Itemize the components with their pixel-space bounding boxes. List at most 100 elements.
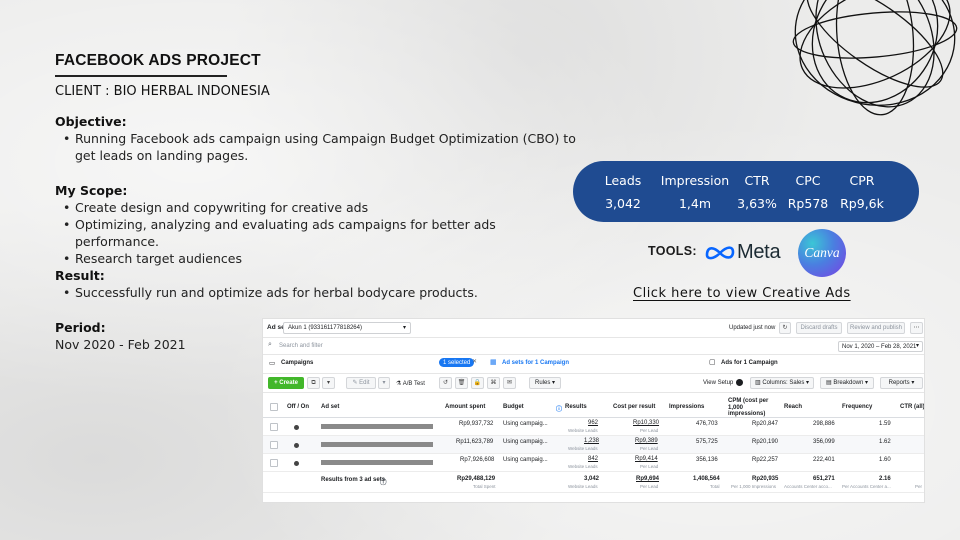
comment-icon[interactable]: ✉	[503, 377, 516, 389]
total-frequency-sub: Per Accounts Center a...	[842, 484, 891, 489]
impressions: 575,725	[696, 439, 718, 445]
result-section: Result: Successfully run and optimize ad…	[55, 267, 580, 301]
tab-ads-label: Ads for 1 Campaign	[721, 360, 778, 366]
total-cpr-sub: Per Lead	[640, 484, 659, 489]
column-header[interactable]: CPM (cost per 1,000 impressions)	[728, 398, 778, 418]
stat-cpr: CPR Rp9,6k	[835, 169, 889, 215]
column-header[interactable]: CTR (all)	[900, 404, 924, 410]
account-selector[interactable]: Akun 1 (933161177818264) ▾	[283, 322, 411, 334]
column-header[interactable]: Frequency	[842, 404, 872, 410]
on-off-toggle[interactable]	[294, 461, 299, 466]
budget: Using campaig...	[503, 421, 548, 427]
stat-label: Leads	[604, 173, 642, 188]
results-sub: Website Leads	[568, 446, 598, 451]
cost-per-result[interactable]: Rp9,414	[635, 456, 658, 462]
grid-icon: ▦	[490, 359, 497, 366]
column-header[interactable]: Off / On	[287, 404, 309, 410]
view-creative-ads-link[interactable]: Click here to view Creative Ads	[633, 286, 851, 301]
row-checkbox[interactable]	[270, 423, 278, 431]
stat-value: Rp578	[787, 196, 829, 211]
breakdown-label: Breakdown	[833, 380, 864, 386]
total-cost-per-result[interactable]: Rp9,694	[636, 476, 659, 482]
account-name: Akun 1 (933161177818264)	[288, 325, 362, 331]
table-header: Off / On Ad set Amount spent Budget ⓘ Re…	[263, 396, 924, 418]
redacted-adset-name	[321, 442, 433, 447]
reports-label: Reports	[888, 380, 910, 386]
column-header[interactable]: Reach	[784, 404, 802, 410]
refresh-icon[interactable]: ↻	[779, 322, 791, 334]
impressions: 356,136	[696, 457, 718, 463]
view-setup-label: View Setup	[703, 380, 734, 386]
column-header[interactable]: Amount spent	[445, 404, 485, 410]
undo-icon[interactable]: ↺	[439, 377, 452, 389]
edit-button[interactable]: ✎ Edit	[346, 377, 376, 389]
select-all-checkbox[interactable]	[270, 403, 278, 411]
objective-section: Objective: Running Facebook ads campaign…	[55, 113, 580, 164]
cost-per-result-sub: Per Lead	[640, 464, 659, 469]
cost-per-result[interactable]: Rp10,330	[633, 420, 659, 426]
table-row[interactable]: Rp9,937,732 Using campaig... 962 Website…	[263, 418, 924, 436]
tab-campaigns[interactable]: ▭ Campaigns 1 selected ✕	[263, 355, 481, 373]
chevron-down-icon: ▾	[915, 343, 919, 349]
info-icon: ⓘ	[556, 407, 563, 413]
rules-button[interactable]: Rules ▾	[529, 377, 561, 389]
on-off-toggle[interactable]	[294, 443, 299, 448]
date-range-picker[interactable]: Nov 1, 2020 – Feb 28, 2021 ▾	[838, 341, 923, 352]
results-sub: Website Leads	[568, 428, 598, 433]
close-icon[interactable]: ✕	[472, 358, 477, 365]
chevron-down-icon[interactable]: ▾	[322, 377, 335, 389]
more-icon[interactable]: ⋯	[910, 322, 923, 334]
results-value[interactable]: 842	[588, 456, 598, 462]
duplicate-icon[interactable]: ⧉	[307, 377, 320, 389]
stat-impression: Impression 1,4m	[655, 169, 735, 215]
create-button[interactable]: + Create	[268, 377, 304, 389]
row-checkbox[interactable]	[270, 459, 278, 467]
results-value[interactable]: 962	[588, 420, 598, 426]
ab-test-button[interactable]: ⚗ A/B Test	[396, 380, 425, 387]
search-input[interactable]: Search and filter	[279, 343, 323, 349]
result-item: Successfully run and optimize ads for he…	[63, 284, 580, 301]
stat-label: CPC	[795, 173, 821, 188]
breakdown-button[interactable]: ▤ Breakdown ▾	[820, 377, 874, 389]
column-header[interactable]: Impressions	[669, 404, 704, 410]
tab-adsets[interactable]: ▦ Ad sets for 1 Campaign	[484, 355, 702, 373]
period-section: Period: Nov 2020 - Feb 2021	[55, 319, 255, 353]
stat-value: Rp9,6k	[840, 196, 884, 211]
rules-label: Rules	[534, 380, 551, 386]
tab-ads[interactable]: ▢ Ads for 1 Campaign	[705, 355, 924, 373]
cpm: Rp20,190	[752, 439, 779, 445]
tag-icon[interactable]: ⌘	[487, 377, 500, 389]
total-reach: 651,271	[813, 476, 835, 482]
selected-badge[interactable]: 1 selected	[439, 358, 475, 367]
columns-button[interactable]: ▥ Columns: Sales ▾	[750, 377, 814, 389]
total-frequency: 2.16	[879, 476, 891, 482]
amount-spent: Rp7,926,608	[460, 457, 495, 463]
table-row[interactable]: Rp7,926,608 Using campaig... 842 Website…	[263, 454, 924, 472]
cost-per-result[interactable]: Rp9,389	[635, 438, 658, 444]
results-value[interactable]: 1,238	[584, 438, 599, 444]
table-row[interactable]: Rp11,623,789 Using campaig... 1,238 Webs…	[263, 436, 924, 454]
period-heading: Period:	[55, 320, 106, 335]
amount-spent: Rp11,623,789	[456, 439, 494, 445]
total-amount-sub: Total Spent	[473, 484, 496, 489]
lock-icon[interactable]: 🔒	[471, 377, 484, 389]
delete-icon[interactable]: 🗑	[455, 377, 468, 389]
column-header[interactable]: Cost per result	[613, 404, 655, 410]
total-ctr-sub: Per	[915, 484, 923, 489]
stat-value: 1,4m	[678, 196, 712, 211]
row-checkbox[interactable]	[270, 441, 278, 449]
discard-drafts-button[interactable]: Discard drafts	[796, 322, 842, 334]
total-amount: Rp29,488,129	[457, 476, 496, 482]
result-heading: Result:	[55, 268, 105, 283]
amount-spent: Rp9,937,732	[459, 421, 494, 427]
column-header[interactable]: Ad set	[321, 404, 339, 410]
view-setup-toggle[interactable]	[736, 379, 743, 386]
reports-button[interactable]: Reports ▾	[880, 377, 923, 389]
on-off-toggle[interactable]	[294, 425, 299, 430]
column-header[interactable]: Budget	[503, 404, 524, 410]
totals-label: Results from 3 ad sets	[321, 477, 386, 483]
chevron-down-icon[interactable]: ▾	[378, 377, 390, 389]
review-publish-button[interactable]: Review and publish	[847, 322, 905, 334]
column-header[interactable]: Results	[565, 404, 587, 410]
ab-test-label: A/B Test	[402, 381, 425, 387]
